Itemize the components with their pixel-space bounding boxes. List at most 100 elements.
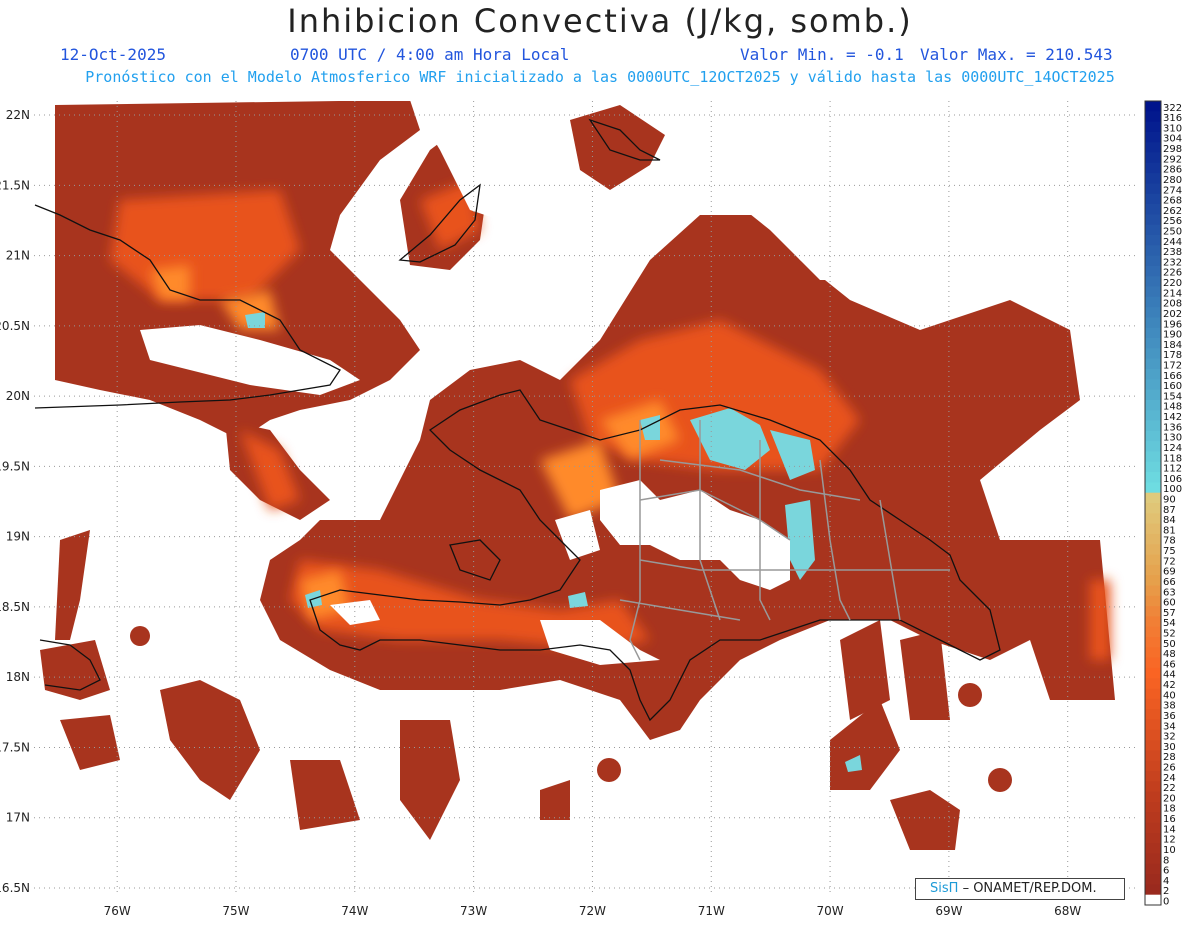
colorbar-swatch	[1145, 358, 1161, 370]
colorbar-swatch	[1145, 317, 1161, 329]
colorbar-swatch	[1145, 843, 1161, 854]
colorbar-swatch	[1145, 131, 1161, 143]
colorbar-swatch	[1145, 678, 1161, 689]
colorbar-swatch	[1145, 719, 1161, 731]
colorbar-swatch	[1145, 121, 1161, 133]
colorbar-swatch	[1145, 461, 1161, 473]
colorbar-swatch	[1145, 822, 1161, 834]
colorbar-swatch	[1145, 729, 1161, 741]
cin-field	[40, 101, 1139, 850]
map-canvas: 22N 21.5N 21N 20.5N 20N 19.5N 19N 18.5N 18N 17.5N…	[0, 100, 1182, 918]
colorbar-swatch	[1145, 286, 1161, 298]
lat-label: 17N	[6, 811, 30, 825]
colorbar-swatch	[1145, 389, 1161, 401]
colorbar-swatch	[1145, 503, 1161, 514]
credit-box: SisΠ – ONAMET/REP.DOM.	[915, 878, 1125, 900]
lat-label: 21N	[6, 249, 30, 263]
lat-label: 21.5N	[0, 178, 30, 192]
colorbar-swatch	[1145, 307, 1161, 318]
colorbar-swatch	[1145, 606, 1161, 617]
lon-label: 68W	[1054, 904, 1081, 918]
colorbar-swatch	[1145, 781, 1161, 793]
lat-label: 17.5N	[0, 740, 30, 754]
colorbar-swatch	[1145, 265, 1161, 277]
colorbar-swatch	[1145, 760, 1161, 772]
lon-label: 71W	[698, 904, 725, 918]
lon-label: 74W	[341, 904, 368, 918]
lat-label: 19.5N	[0, 459, 30, 473]
lon-label: 73W	[460, 904, 487, 918]
colorbar-swatch	[1145, 235, 1161, 246]
colorbar-swatch	[1145, 214, 1161, 226]
colorbar-swatch	[1145, 513, 1161, 525]
colorbar-swatch	[1145, 647, 1161, 659]
lon-label: 72W	[579, 904, 606, 918]
lat-label: 16.5N	[0, 881, 30, 895]
colorbar-swatch	[1145, 832, 1161, 844]
lon-label: 69W	[935, 904, 962, 918]
colorbar-swatch	[1145, 348, 1161, 360]
colorbar-swatch	[1145, 472, 1161, 483]
colorbar-swatch	[1145, 626, 1161, 638]
lat-label: 20N	[6, 389, 30, 403]
colorbar-swatch	[1145, 575, 1161, 586]
colorbar-swatch	[1145, 750, 1161, 762]
colorbar-swatch	[1145, 245, 1161, 257]
colorbar-swatch	[1145, 410, 1161, 421]
colorbar-swatch	[1145, 451, 1161, 463]
colorbar-swatch	[1145, 544, 1161, 555]
colorbar: 3223163103042982922862802742682622562502…	[1144, 100, 1182, 908]
colorbar-swatch	[1145, 853, 1161, 865]
colorbar-swatch	[1145, 533, 1161, 545]
colorbar-swatch	[1145, 379, 1161, 391]
colorbar-swatch	[1145, 801, 1161, 813]
colorbar-swatch	[1145, 667, 1161, 679]
lat-label: 22N	[6, 108, 30, 122]
colorbar-swatch	[1145, 585, 1161, 597]
colorbar-swatch	[1145, 338, 1161, 349]
colorbar-swatch	[1145, 523, 1161, 535]
colorbar-swatch	[1145, 142, 1161, 153]
colorbar-swatch	[1145, 492, 1161, 504]
colorbar-swatch	[1145, 740, 1161, 751]
colorbar-swatch	[1145, 863, 1161, 875]
colorbar-swatch	[1145, 369, 1161, 380]
colorbar-swatch	[1145, 554, 1161, 566]
lat-label: 20.5N	[0, 319, 30, 333]
colorbar-swatch	[1145, 688, 1161, 700]
colorbar-swatch	[1145, 296, 1161, 308]
colorbar-swatch	[1145, 183, 1161, 195]
colorbar-swatch	[1145, 657, 1161, 669]
colorbar-swatch	[1145, 111, 1161, 123]
credit-org: – ONAMET/REP.DOM.	[962, 881, 1097, 896]
lon-label: 70W	[817, 904, 844, 918]
colorbar-swatch	[1145, 399, 1161, 411]
credit-brand: SisΠ	[930, 881, 959, 896]
colorbar-swatch	[1145, 894, 1161, 906]
colorbar-swatch	[1145, 327, 1161, 339]
colorbar-swatch	[1145, 193, 1161, 205]
lon-label: 75W	[222, 904, 249, 918]
colorbar-swatch	[1145, 884, 1161, 896]
colorbar-swatch	[1145, 276, 1161, 287]
colorbar-swatch	[1145, 771, 1161, 782]
colorbar-swatch	[1145, 224, 1161, 236]
colorbar-swatch	[1145, 255, 1161, 267]
colorbar-swatch	[1145, 564, 1161, 576]
colorbar-swatch	[1145, 637, 1161, 648]
colorbar-swatch	[1145, 874, 1161, 885]
colorbar-swatch	[1145, 441, 1161, 452]
colorbar-swatch	[1145, 430, 1161, 442]
colorbar-swatch	[1145, 595, 1161, 607]
colorbar-swatch	[1145, 162, 1161, 174]
colorbar-swatch	[1145, 152, 1161, 164]
lat-label: 19N	[6, 530, 30, 544]
colorbar-swatch	[1145, 616, 1161, 628]
colorbar-swatch	[1145, 420, 1161, 432]
colorbar-swatch	[1145, 709, 1161, 720]
colorbar-swatch	[1145, 101, 1161, 112]
lat-label: 18N	[6, 670, 30, 684]
lat-label: 18.5N	[0, 600, 30, 614]
colorbar-swatch	[1145, 482, 1161, 494]
colorbar-swatch	[1145, 791, 1161, 803]
